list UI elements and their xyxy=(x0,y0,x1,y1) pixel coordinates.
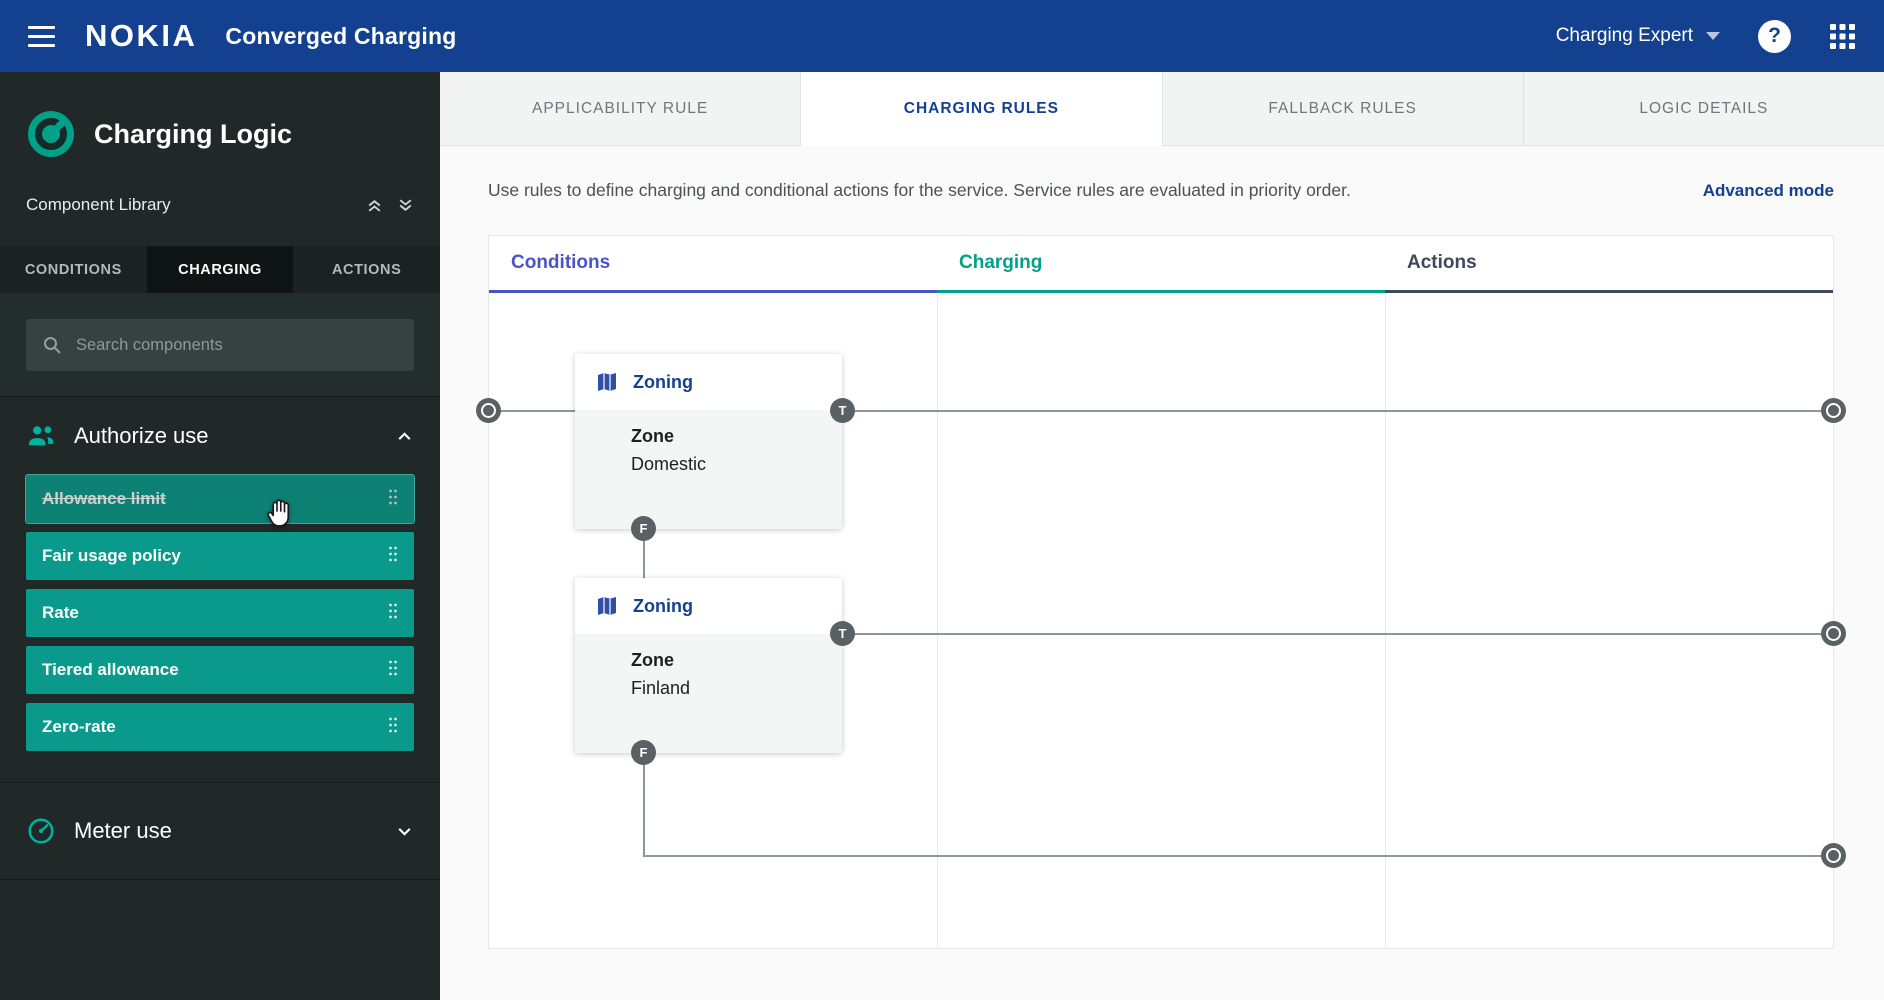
advanced-mode-link[interactable]: Advanced mode xyxy=(1703,181,1834,201)
column-label: Charging xyxy=(959,252,1043,273)
card-body: Zone Domestic xyxy=(575,410,842,529)
tab-actions[interactable]: ACTIONS xyxy=(293,246,440,293)
card-field-value: Finland xyxy=(631,678,691,698)
main-area: APPLICABILITY RULE CHARGING RULES FALLBA… xyxy=(440,72,1884,1000)
description-row: Use rules to define charging and conditi… xyxy=(440,146,1884,235)
sidebar-title: Charging Logic xyxy=(94,118,292,149)
tab-charging-rules[interactable]: CHARGING RULES xyxy=(800,72,1162,146)
gauge-icon xyxy=(28,818,54,844)
tab-applicability-rule[interactable]: APPLICABILITY RULE xyxy=(440,72,801,146)
connector-line xyxy=(829,633,1833,635)
drag-handle-icon[interactable] xyxy=(388,659,398,682)
grid-icon xyxy=(1830,23,1855,49)
map-icon xyxy=(598,597,616,615)
component-label: Allowance limit xyxy=(42,489,166,508)
true-port-node[interactable]: T xyxy=(830,398,855,423)
true-port-node[interactable]: T xyxy=(830,621,855,646)
column-label: Conditions xyxy=(511,252,611,273)
condition-card-zoning-domestic[interactable]: Zoning Zone Domestic xyxy=(575,354,842,529)
card-title: Zoning xyxy=(633,371,693,392)
drag-handle-icon[interactable] xyxy=(388,545,398,568)
apps-grid-icon[interactable] xyxy=(1829,23,1856,50)
user-role-dropdown[interactable]: Charging Expert xyxy=(1556,25,1720,47)
condition-card-zoning-finland[interactable]: Zoning Zone Finland xyxy=(575,578,842,753)
chevron-down-icon xyxy=(398,827,411,836)
card-field-label: Zone xyxy=(631,650,674,670)
false-port-node[interactable]: F xyxy=(631,740,656,765)
search-panel xyxy=(0,293,440,397)
user-role-label: Charging Expert xyxy=(1555,25,1693,46)
rule-tabs: APPLICABILITY RULE CHARGING RULES FALLBA… xyxy=(440,72,1884,146)
expand-all-icon[interactable] xyxy=(397,197,414,214)
drag-handle-icon[interactable] xyxy=(388,716,398,739)
group-meter-use[interactable]: Meter use xyxy=(0,783,440,879)
chevron-up-icon xyxy=(398,431,411,440)
column-header-conditions: Conditions xyxy=(489,236,937,293)
search-box xyxy=(26,319,414,371)
false-port-node[interactable]: F xyxy=(631,516,656,541)
column-divider xyxy=(936,293,938,948)
flow-diagram: Zoning Zone Domestic Zoning Zone Finland… xyxy=(476,293,1846,948)
help-glyph: ? xyxy=(1768,24,1781,47)
connector-line xyxy=(643,753,645,855)
top-bar: NOKIA Converged Charging Charging Expert… xyxy=(0,0,1884,72)
tab-charging[interactable]: CHARGING xyxy=(146,246,294,293)
app-title: Converged Charging xyxy=(225,22,457,49)
component-zero-rate[interactable]: Zero-rate xyxy=(26,703,414,751)
column-divider xyxy=(1384,293,1386,948)
search-input[interactable] xyxy=(76,335,398,355)
nokia-logo: NOKIA xyxy=(85,18,198,53)
rules-description: Use rules to define charging and conditi… xyxy=(488,180,1351,200)
chevron-down-icon xyxy=(1706,32,1720,40)
card-field-label: Zone xyxy=(631,426,674,446)
search-icon xyxy=(44,337,61,354)
input-port-node[interactable] xyxy=(476,398,501,423)
people-icon xyxy=(29,426,54,446)
card-body: Zone Finland xyxy=(575,634,842,753)
component-label: Zero-rate xyxy=(42,717,116,736)
component-label: Rate xyxy=(42,603,79,622)
output-port-node[interactable] xyxy=(1821,843,1846,868)
column-label: Actions xyxy=(1407,252,1477,273)
component-label: Fair usage policy xyxy=(42,546,181,565)
canvas-column-headers: Conditions Charging Actions xyxy=(489,236,1833,293)
output-port-node[interactable] xyxy=(1821,621,1846,646)
menu-icon[interactable] xyxy=(28,25,55,47)
drag-handle-icon[interactable] xyxy=(388,488,398,511)
group-label: Authorize use xyxy=(74,423,209,448)
component-list: Allowance limit Fair usage policy Rate T… xyxy=(0,474,440,782)
column-header-charging: Charging xyxy=(937,236,1385,293)
component-tiered-allowance[interactable]: Tiered allowance xyxy=(26,646,414,694)
tab-logic-details[interactable]: LOGIC DETAILS xyxy=(1522,72,1884,146)
map-icon xyxy=(598,373,616,391)
charging-logic-logo-icon xyxy=(28,111,74,157)
card-title: Zoning xyxy=(633,595,693,616)
connector-line xyxy=(643,855,1833,857)
tab-conditions[interactable]: CONDITIONS xyxy=(0,246,147,293)
output-port-node[interactable] xyxy=(1821,398,1846,423)
card-header: Zoning xyxy=(575,578,842,634)
component-type-tabs: CONDITIONS CHARGING ACTIONS xyxy=(0,246,440,293)
component-allowance-limit[interactable]: Allowance limit xyxy=(25,474,415,524)
drag-handle-icon[interactable] xyxy=(388,602,398,625)
group-authorize-use[interactable]: Authorize use xyxy=(0,397,440,475)
rules-canvas: Conditions Charging Actions Zoning Zone … xyxy=(476,235,1846,949)
divider xyxy=(0,879,440,880)
column-header-actions: Actions xyxy=(1385,236,1833,293)
collapse-all-icon[interactable] xyxy=(366,197,383,214)
component-label: Tiered allowance xyxy=(42,660,179,679)
card-field-value: Domestic xyxy=(631,454,707,474)
component-library-label: Component Library xyxy=(26,195,171,214)
component-library-sidebar: Charging Logic Component Library CONDITI… xyxy=(0,72,440,1000)
card-header: Zoning xyxy=(575,354,842,410)
tab-fallback-rules[interactable]: FALLBACK RULES xyxy=(1161,72,1523,146)
component-rate[interactable]: Rate xyxy=(26,589,414,637)
help-icon[interactable]: ? xyxy=(1758,19,1791,53)
group-label: Meter use xyxy=(74,818,172,843)
sidebar-header: Charging Logic xyxy=(0,72,440,164)
component-fair-usage-policy[interactable]: Fair usage policy xyxy=(26,532,414,580)
